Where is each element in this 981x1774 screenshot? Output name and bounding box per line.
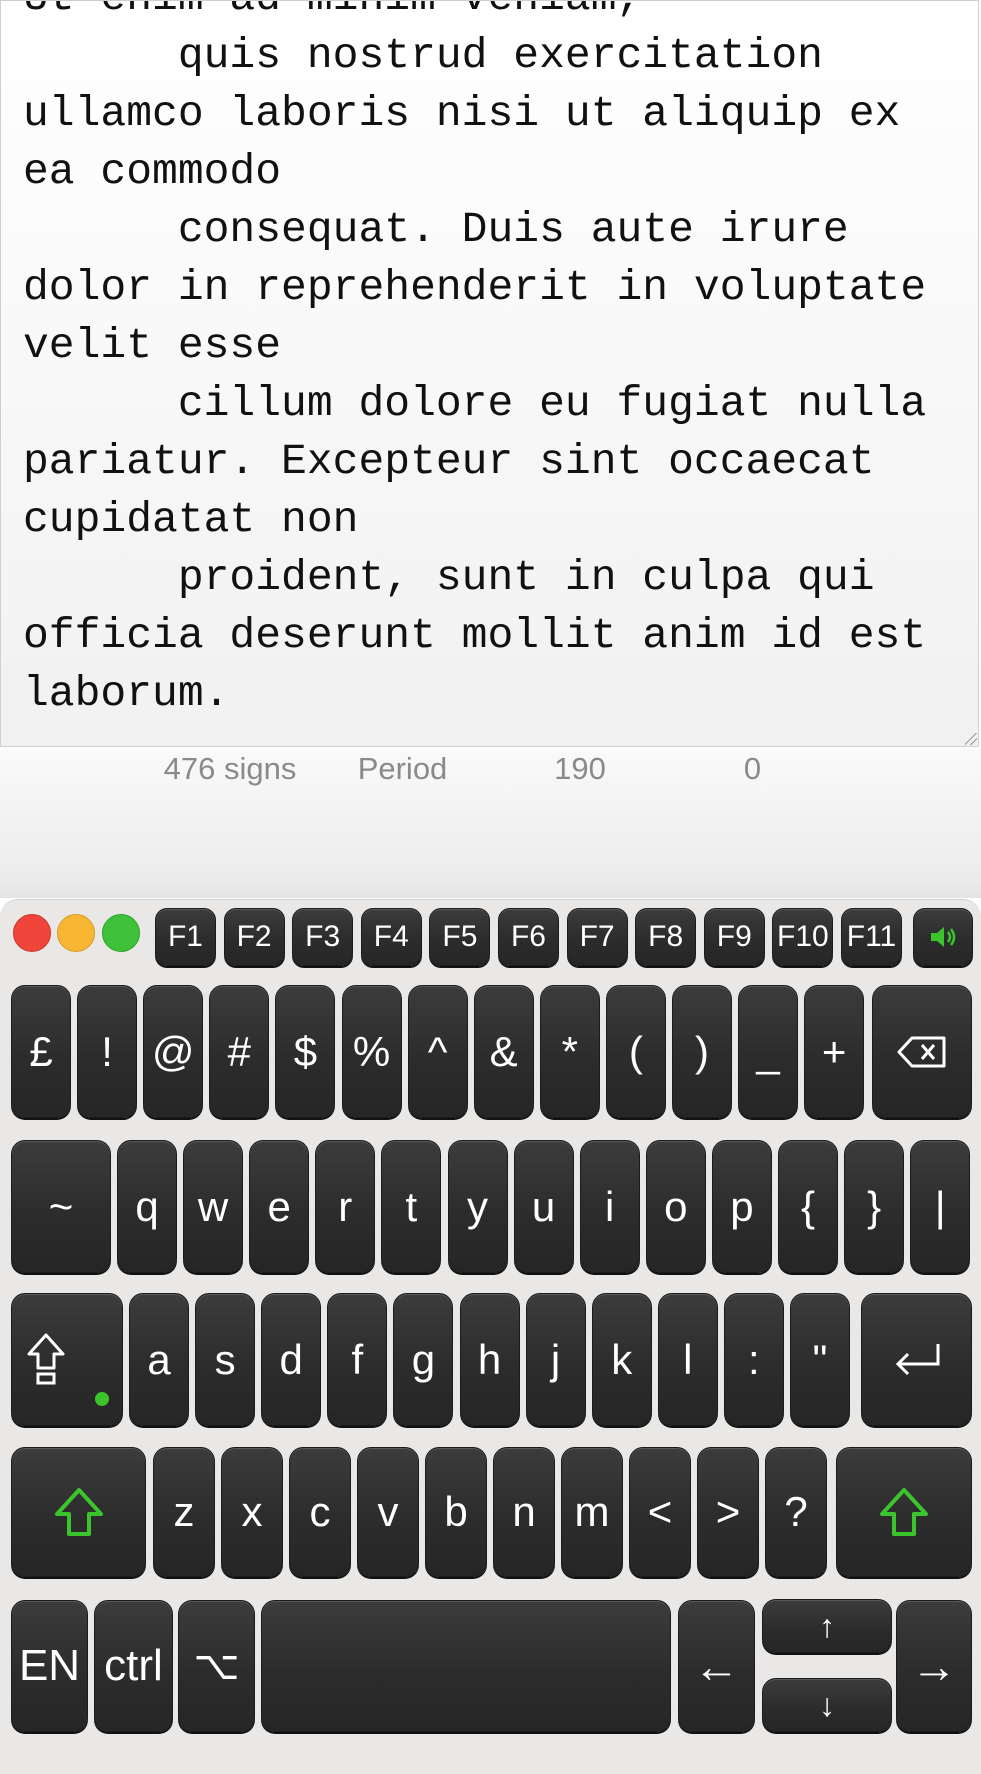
key-row3-3[interactable]: f — [327, 1293, 388, 1426]
key-row3-4[interactable]: g — [393, 1293, 454, 1426]
key-symbol-11[interactable]: _ — [738, 985, 799, 1118]
right-shift-key[interactable] — [836, 1447, 972, 1577]
key-7[interactable]: u — [513, 1140, 574, 1273]
key-symbol-10[interactable]: ) — [672, 985, 732, 1118]
caps-lock-indicator — [95, 1392, 109, 1406]
function-key-f11[interactable]: F11 — [841, 908, 902, 966]
key-row3-9[interactable]: : — [723, 1293, 784, 1426]
left-shift-key[interactable] — [11, 1447, 146, 1577]
value-readout: 0 — [743, 751, 762, 786]
shift-icon — [54, 1488, 103, 1536]
key-row3-2[interactable]: d — [261, 1293, 322, 1426]
speaker-icon — [931, 927, 956, 947]
key-5[interactable]: t — [381, 1140, 442, 1273]
function-key-f7[interactable]: F7 — [566, 908, 628, 966]
status-bar: 476 signs Period 190 0 — [0, 748, 981, 898]
close-button[interactable] — [13, 914, 51, 952]
function-key-f5[interactable]: F5 — [429, 908, 491, 966]
function-key-f6[interactable]: F6 — [498, 908, 559, 966]
return-key[interactable] — [861, 1293, 972, 1426]
arrow-left-key[interactable]: ← — [678, 1600, 755, 1732]
tilde-key[interactable]: ~ — [11, 1140, 111, 1273]
key-row3-8[interactable]: l — [657, 1293, 718, 1426]
resize-grip[interactable] — [965, 733, 977, 745]
signs-count: 476 signs — [163, 751, 297, 786]
key-symbol-12[interactable]: + — [804, 985, 865, 1118]
text-area[interactable]: Ut enim ad minim veniam, quis nostrud ex… — [0, 0, 979, 747]
arrow-up-key[interactable]: ↑ — [762, 1599, 892, 1653]
function-key-f1[interactable]: F1 — [155, 908, 216, 966]
caps-lock-key[interactable] — [11, 1293, 123, 1426]
caps-lock-icon — [27, 1333, 65, 1385]
key-symbol-0[interactable]: £ — [11, 985, 71, 1118]
key-row4-2[interactable]: c — [289, 1447, 351, 1577]
key-row3-6[interactable]: j — [525, 1293, 586, 1426]
minimize-button[interactable] — [57, 914, 95, 952]
count-value: 190 — [554, 751, 606, 786]
key-9[interactable]: o — [645, 1140, 706, 1273]
function-key-f9[interactable]: F9 — [703, 908, 765, 966]
key-2[interactable]: w — [183, 1140, 244, 1273]
key-row3-5[interactable]: h — [459, 1293, 520, 1426]
key-row4-0[interactable]: z — [153, 1447, 215, 1577]
mode-label: Period — [357, 751, 448, 786]
function-key-f2[interactable]: F2 — [223, 908, 285, 966]
key-symbol-6[interactable]: ^ — [407, 985, 468, 1118]
key-row4-6[interactable]: m — [561, 1447, 623, 1577]
key-symbol-1[interactable]: ! — [77, 985, 138, 1118]
space-key[interactable] — [261, 1600, 671, 1732]
key-row3-0[interactable]: a — [129, 1293, 189, 1426]
key-1[interactable]: q — [117, 1140, 177, 1273]
key-6[interactable]: y — [447, 1140, 508, 1273]
key-symbol-4[interactable]: $ — [275, 985, 336, 1118]
key-symbol-2[interactable]: @ — [143, 985, 204, 1118]
backspace-icon — [897, 1036, 946, 1067]
key-symbol-8[interactable]: * — [539, 985, 600, 1118]
key-8[interactable]: i — [579, 1140, 640, 1273]
key-symbol-9[interactable]: ( — [605, 985, 666, 1118]
key-4[interactable]: r — [315, 1140, 376, 1273]
key-row4-8[interactable]: > — [697, 1447, 759, 1577]
key-row4-4[interactable]: b — [425, 1447, 487, 1577]
zoom-button[interactable] — [102, 914, 140, 952]
key-row3-1[interactable]: s — [195, 1293, 256, 1426]
key-row4-7[interactable]: < — [629, 1447, 691, 1577]
key-11[interactable]: { — [778, 1140, 838, 1273]
key-row4-9[interactable]: ? — [765, 1447, 827, 1577]
key-3[interactable]: e — [249, 1140, 310, 1273]
key-13[interactable]: | — [910, 1140, 971, 1273]
function-key-f4[interactable]: F4 — [360, 908, 422, 966]
return-icon — [895, 1343, 939, 1375]
ctrl-key[interactable]: ctrl — [94, 1600, 173, 1732]
key-row3-10[interactable]: " — [790, 1293, 850, 1426]
key-symbol-5[interactable]: % — [341, 985, 402, 1118]
language-key[interactable]: EN — [11, 1600, 88, 1732]
arrow-down-key[interactable]: ↓ — [762, 1678, 892, 1732]
key-symbol-3[interactable]: # — [209, 985, 270, 1118]
key-row4-1[interactable]: x — [221, 1447, 283, 1577]
option-key[interactable]: ⌥ — [178, 1600, 255, 1732]
key-symbol-7[interactable]: & — [473, 985, 534, 1118]
function-key-f8[interactable]: F8 — [635, 908, 697, 966]
shift-icon — [880, 1488, 928, 1536]
text-content[interactable]: Ut enim ad minim veniam, quis nostrud ex… — [23, 1, 973, 723]
key-row4-5[interactable]: n — [493, 1447, 555, 1577]
on-screen-keyboard: EN ctrl ⌥ ← ↑ ↓ → F1 F2 F3 F4 F5 F6 F7 F8 F9 F10 F… — [0, 899, 981, 1774]
key-row4-3[interactable]: v — [357, 1447, 419, 1577]
key-10[interactable]: p — [711, 1140, 772, 1273]
function-key-f10[interactable]: F10 — [772, 908, 834, 966]
arrow-right-key[interactable]: → — [896, 1600, 972, 1732]
key-row3-7[interactable]: k — [591, 1293, 652, 1426]
function-key-f3[interactable]: F3 — [292, 908, 354, 966]
backspace-key[interactable] — [872, 985, 972, 1118]
key-12[interactable]: } — [844, 1140, 905, 1273]
sound-toggle-key[interactable] — [913, 908, 973, 966]
